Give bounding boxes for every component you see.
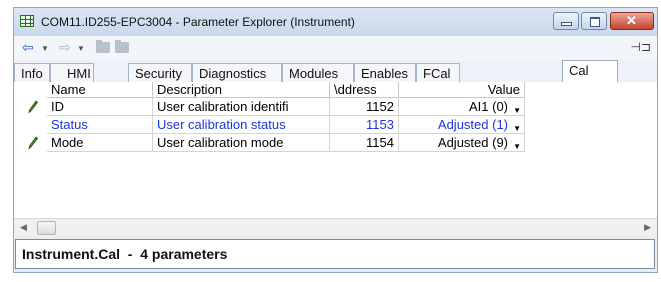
close-icon: ✕ <box>626 13 637 28</box>
pin-icon[interactable]: ⊣⊐ <box>630 40 651 54</box>
minimize-button[interactable] <box>553 12 579 30</box>
tab-info[interactable]: Info <box>14 63 50 82</box>
parameter-explorer-window: COM11.ID255-EPC3004 - Parameter Explorer… <box>13 7 658 273</box>
cell-description: User calibration status <box>153 116 330 134</box>
folder-up-icon[interactable] <box>115 40 129 53</box>
table-row[interactable]: Mode User calibration mode 1154 Adjusted… <box>14 134 657 152</box>
tab-diagnostics[interactable]: Diagnostics <box>192 63 282 82</box>
cell-value: Adjusted (1) <box>437 117 508 132</box>
tab-enables[interactable]: Enables <box>354 63 416 82</box>
cell-name: Status <box>47 116 153 134</box>
column-header-address[interactable]: \ddress <box>330 82 399 98</box>
pencil-edit-icon <box>28 100 38 114</box>
folder-icon[interactable] <box>96 40 110 53</box>
cell-value-dropdown[interactable]: Adjusted (9) ▼ <box>399 134 525 152</box>
close-button[interactable]: ✕ <box>610 12 654 30</box>
status-bar: Instrument.Cal - 4 parameters <box>15 239 655 269</box>
minimize-icon <box>562 23 571 25</box>
tab-security[interactable]: Security <box>128 63 192 82</box>
window-title: COM11.ID255-EPC3004 - Parameter Explorer… <box>41 15 355 29</box>
pencil-edit-icon <box>28 136 38 150</box>
forward-dropdown-icon[interactable]: ▼ <box>77 40 85 57</box>
scroll-thumb[interactable] <box>37 221 56 235</box>
toolbar: ⇦ ▼ ⇨ ▼ ⊣⊐ <box>14 36 657 60</box>
cell-description: User calibration identifi <box>153 98 330 116</box>
cell-address: 1154 <box>330 134 399 152</box>
tab-strip: Info HMI Security Diagnostics Modules En… <box>14 60 657 83</box>
tab-hmi[interactable]: HMI <box>50 63 94 82</box>
parameter-table: Name Description \ddress Value ID User c… <box>14 82 657 218</box>
tab-cal[interactable]: Cal <box>562 60 618 83</box>
column-header-name[interactable]: Name <box>47 82 153 98</box>
back-dropdown-icon[interactable]: ▼ <box>41 40 49 57</box>
column-header-value[interactable]: Value <box>399 82 525 98</box>
cell-value: AI1 (0) <box>468 99 508 114</box>
grid-app-icon <box>20 15 34 27</box>
table-row[interactable]: Status User calibration status 1153 Adju… <box>14 116 657 134</box>
status-text: Instrument.Cal - 4 parameters <box>22 246 228 262</box>
forward-arrow-icon[interactable]: ⇨ <box>59 39 71 56</box>
cell-address: 1152 <box>330 98 399 116</box>
maximize-icon <box>590 17 600 27</box>
cell-name: ID <box>47 98 153 116</box>
table-row[interactable]: ID User calibration identifi 1152 AI1 (0… <box>14 98 657 116</box>
cell-value: Adjusted (9) <box>437 135 508 150</box>
title-bar[interactable]: COM11.ID255-EPC3004 - Parameter Explorer… <box>14 8 657 36</box>
cell-address: 1153 <box>330 116 399 134</box>
tab-fcal[interactable]: FCal <box>416 63 460 82</box>
cell-name: Mode <box>47 134 153 152</box>
cell-description: User calibration mode <box>153 134 330 152</box>
dropdown-arrow-icon[interactable]: ▼ <box>513 138 521 151</box>
cell-value-dropdown[interactable]: AI1 (0) ▼ <box>399 98 525 116</box>
cell-value-dropdown[interactable]: Adjusted (1) ▼ <box>399 116 525 134</box>
back-arrow-icon[interactable]: ⇦ <box>22 39 34 56</box>
column-header-description[interactable]: Description <box>153 82 330 98</box>
dropdown-arrow-icon[interactable]: ▼ <box>513 102 521 115</box>
tab-modules[interactable]: Modules <box>282 63 354 82</box>
dropdown-arrow-icon[interactable]: ▼ <box>513 120 521 133</box>
scroll-left-icon[interactable]: ◀ <box>20 222 27 233</box>
maximize-button[interactable] <box>581 12 607 30</box>
scroll-right-icon[interactable]: ▶ <box>644 222 651 233</box>
horizontal-scrollbar[interactable]: ◀ ▶ <box>14 218 657 237</box>
